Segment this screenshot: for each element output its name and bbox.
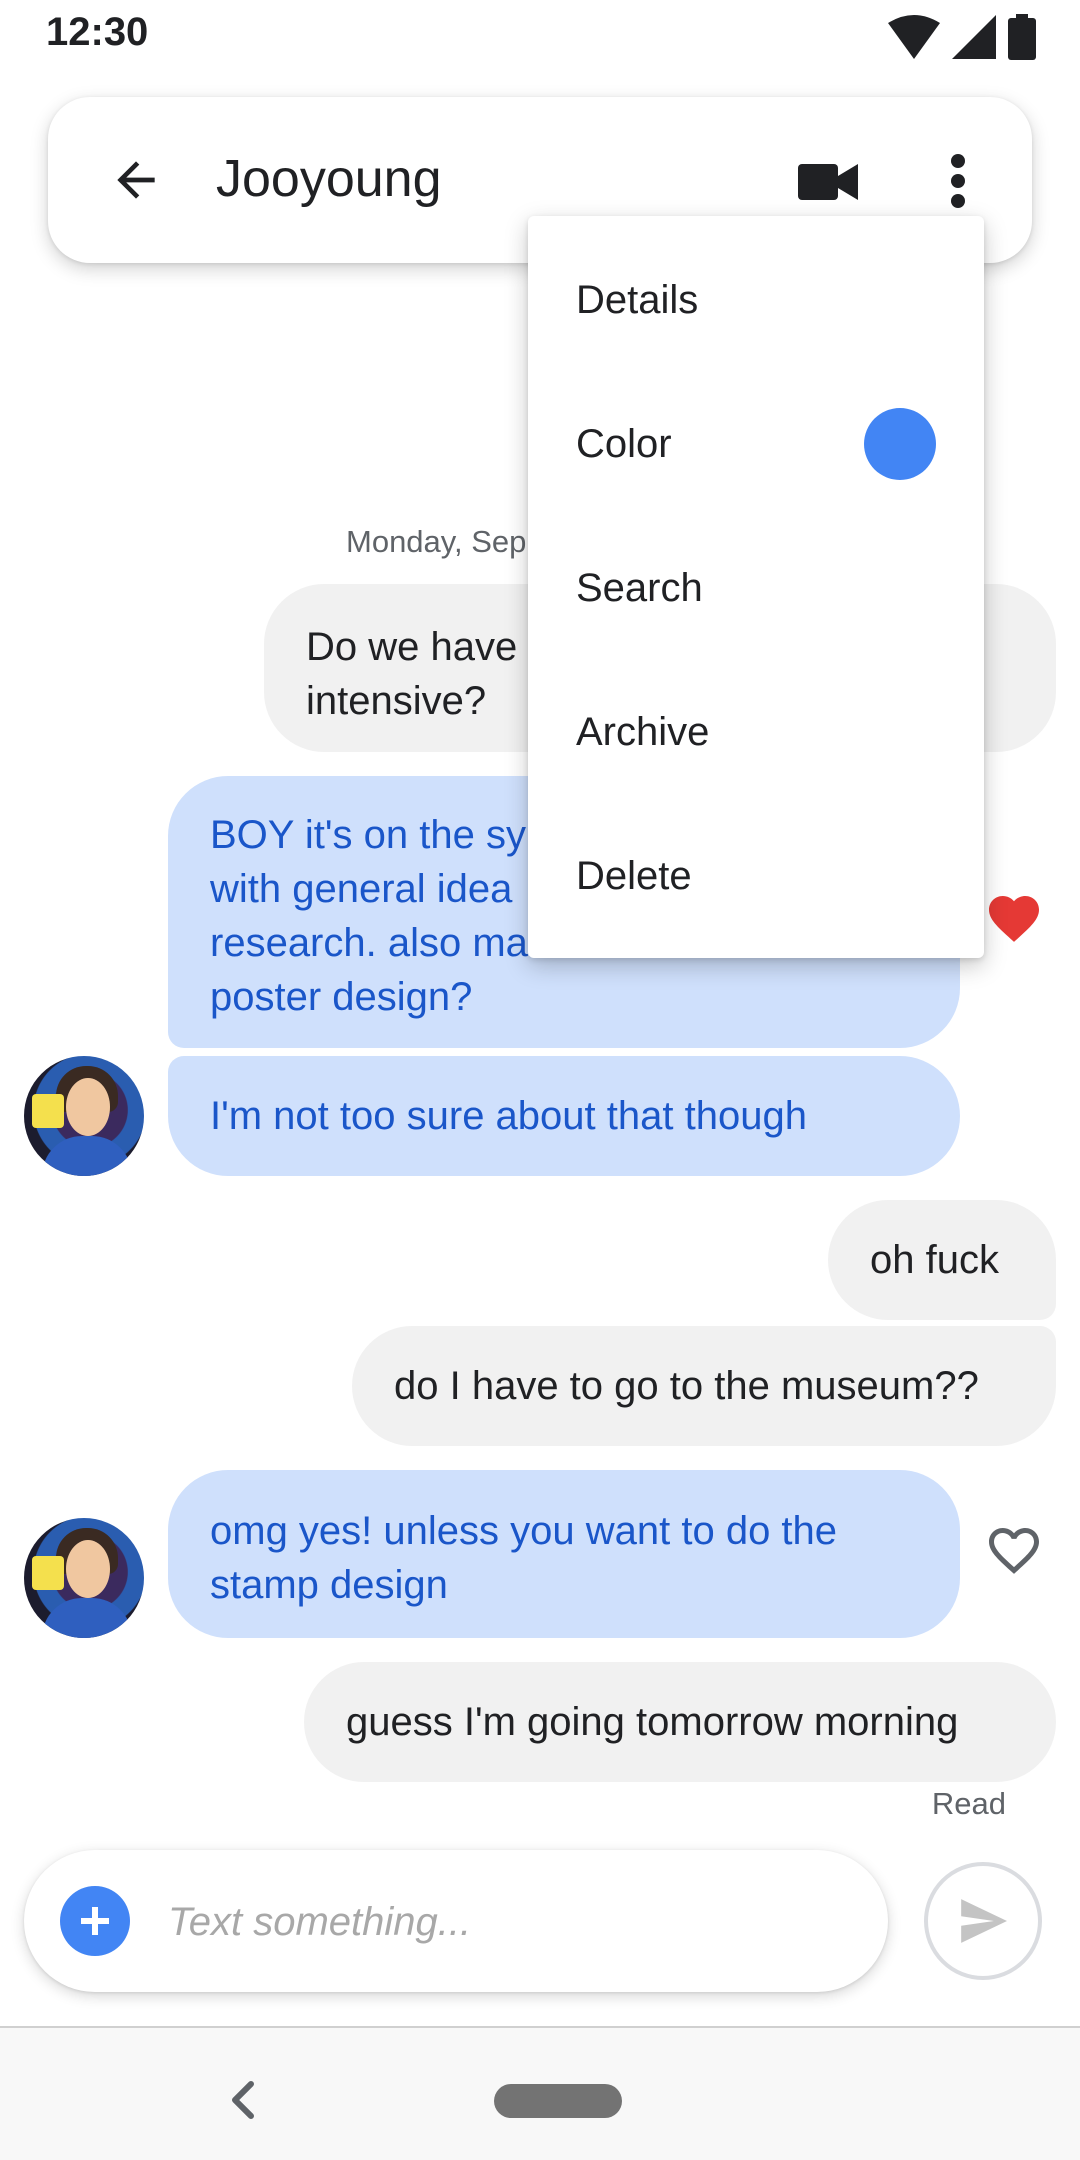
menu-item-details[interactable]: Details: [528, 228, 984, 372]
message-line: poster design?: [210, 975, 473, 1019]
chevron-left-icon: [232, 2081, 254, 2119]
avatar[interactable]: [24, 1518, 144, 1638]
signal-icon: [952, 15, 996, 59]
message-bubble-outgoing[interactable]: do I have to go to the museum??: [352, 1326, 1056, 1446]
read-receipt: Read: [931, 1786, 1006, 1821]
more-options-button[interactable]: [928, 141, 988, 221]
avatar[interactable]: [24, 1056, 144, 1176]
status-icons: [888, 14, 1036, 60]
menu-item-archive[interactable]: Archive: [528, 660, 984, 804]
message-line: do I have to go to the museum??: [394, 1364, 979, 1408]
add-attachment-button[interactable]: [60, 1886, 130, 1956]
plus-icon: [81, 1907, 109, 1935]
message-line: omg yes! unless you want to do the: [210, 1509, 838, 1553]
message-line: I'm not too sure about that though: [210, 1094, 807, 1138]
video-call-button[interactable]: [788, 147, 868, 217]
menu-item-delete[interactable]: Delete: [528, 804, 984, 948]
menu-item-label: Delete: [576, 853, 692, 898]
message-bubble-outgoing[interactable]: guess I'm going tomorrow morning: [304, 1662, 1056, 1782]
menu-item-search[interactable]: Search: [528, 516, 984, 660]
status-time: 12:30: [46, 10, 149, 54]
videocam-icon: [798, 164, 858, 200]
contact-name: Jooyoung: [216, 150, 442, 208]
system-nav-bar: [0, 2026, 1080, 2160]
more-vert-icon: [951, 154, 965, 208]
overflow-menu: Details Color Search Archive Delete: [528, 216, 984, 958]
message-line: stamp design: [210, 1563, 448, 1607]
battery-icon: [1008, 14, 1036, 60]
nav-back-button[interactable]: [212, 2072, 272, 2128]
menu-item-label: Archive: [576, 709, 710, 754]
heart-outline-icon[interactable]: [984, 1520, 1044, 1576]
compose-bar: [24, 1850, 888, 1992]
message-input[interactable]: [168, 1892, 848, 1952]
message-bubble-outgoing[interactable]: oh fuck: [828, 1200, 1056, 1320]
message-line: oh fuck: [870, 1238, 999, 1282]
arrow-back-icon: [117, 161, 155, 199]
heart-filled-icon[interactable]: [984, 888, 1044, 944]
wifi-icon: [888, 15, 940, 59]
back-button[interactable]: [98, 142, 174, 218]
status-bar: 12:30: [0, 0, 1080, 72]
menu-item-color[interactable]: Color: [528, 372, 984, 516]
nav-home-pill[interactable]: [494, 2084, 622, 2118]
menu-item-label: Color: [576, 421, 672, 466]
color-swatch: [864, 408, 936, 480]
send-button[interactable]: [924, 1862, 1042, 1980]
send-icon: [961, 1899, 1007, 1943]
date-divider: Monday, Sep: [346, 524, 527, 559]
message-bubble-incoming[interactable]: omg yes! unless you want to do the stamp…: [168, 1470, 960, 1638]
message-line: guess I'm going tomorrow morning: [346, 1700, 959, 1744]
menu-item-label: Search: [576, 565, 703, 610]
message-bubble-incoming[interactable]: I'm not too sure about that though: [168, 1056, 960, 1176]
menu-item-label: Details: [576, 277, 699, 322]
